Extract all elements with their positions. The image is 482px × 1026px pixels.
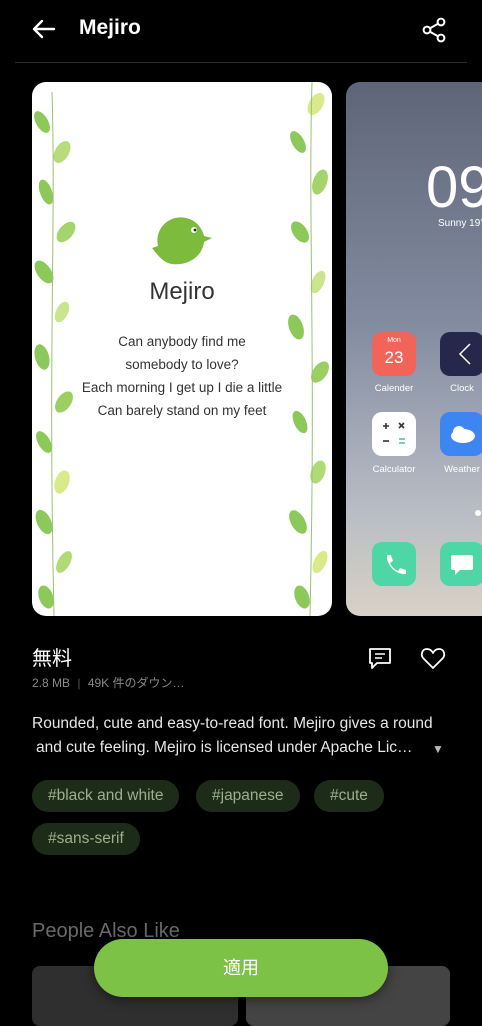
expand-description-icon[interactable]: ▼: [432, 742, 444, 756]
comment-icon[interactable]: [366, 644, 394, 672]
header-divider: [15, 62, 467, 63]
preview-carousel[interactable]: Mejiro Can anybody find me somebody to l…: [0, 80, 482, 620]
preview-lyrics: Can anybody find me somebody to love? Ea…: [32, 330, 332, 422]
download-count: 49K 件のダウン…: [87, 676, 185, 690]
weather-widget-text: Sunny 19°: [438, 218, 482, 229]
app-label-calculator: Calculator: [372, 464, 416, 475]
lyric-line: somebody to love?: [125, 357, 239, 372]
page-indicator-dot: [475, 510, 481, 516]
calculator-app-icon: [372, 412, 416, 456]
lyric-line: Each morning I get up I die a little: [81, 380, 283, 395]
phone-app-icon: [372, 542, 416, 586]
font-description: Rounded, cute and easy-to-read font. Mej…: [32, 712, 452, 760]
calendar-app-icon: Mon 23: [372, 332, 416, 376]
description-line: Rounded, cute and easy-to-read font. Mej…: [32, 715, 433, 732]
messages-app-icon: [440, 542, 482, 586]
clock-app-icon: [440, 332, 482, 376]
weather-app-icon: [440, 412, 482, 456]
arrow-left-icon[interactable]: [28, 14, 58, 44]
tag-japanese[interactable]: #japanese: [196, 780, 300, 812]
apply-button[interactable]: 適用: [94, 939, 388, 997]
calendar-day: 23: [384, 348, 404, 367]
home-screen-preview-card[interactable]: 09 Sunny 19° Mon 23 Calender Clock Calcu…: [346, 82, 482, 616]
bird-icon: [152, 217, 212, 265]
top-bar: Mejiro: [0, 0, 482, 62]
tag-sans-serif[interactable]: #sans-serif: [32, 823, 140, 855]
app-label-clock: Clock: [450, 383, 474, 394]
tag-black-and-white[interactable]: #black and white: [32, 780, 180, 812]
page-title: Mejiro: [79, 16, 141, 39]
tag-cute[interactable]: #cute: [314, 780, 384, 812]
price-label: 無料: [32, 648, 72, 670]
app-label-calender: Calender: [374, 383, 414, 394]
app-label-weather: Weather: [444, 464, 480, 475]
calendar-month: Mon: [387, 337, 401, 344]
file-meta: 2.8 MB | 49K 件のダウン…: [32, 674, 185, 691]
heart-icon[interactable]: [419, 644, 447, 672]
file-size: 2.8 MB: [32, 676, 71, 690]
preview-font-name: Mejiro: [149, 278, 215, 305]
lyric-line: Can anybody find me: [118, 334, 246, 349]
lyric-line: Can barely stand on my feet: [97, 403, 267, 418]
description-line: and cute feeling. Mejiro is licensed und…: [36, 739, 413, 756]
meta-separator: |: [77, 676, 81, 690]
font-preview-card[interactable]: Mejiro Can anybody find me somebody to l…: [32, 82, 332, 616]
share-icon[interactable]: [420, 16, 448, 44]
clock-widget: 09: [426, 155, 482, 220]
